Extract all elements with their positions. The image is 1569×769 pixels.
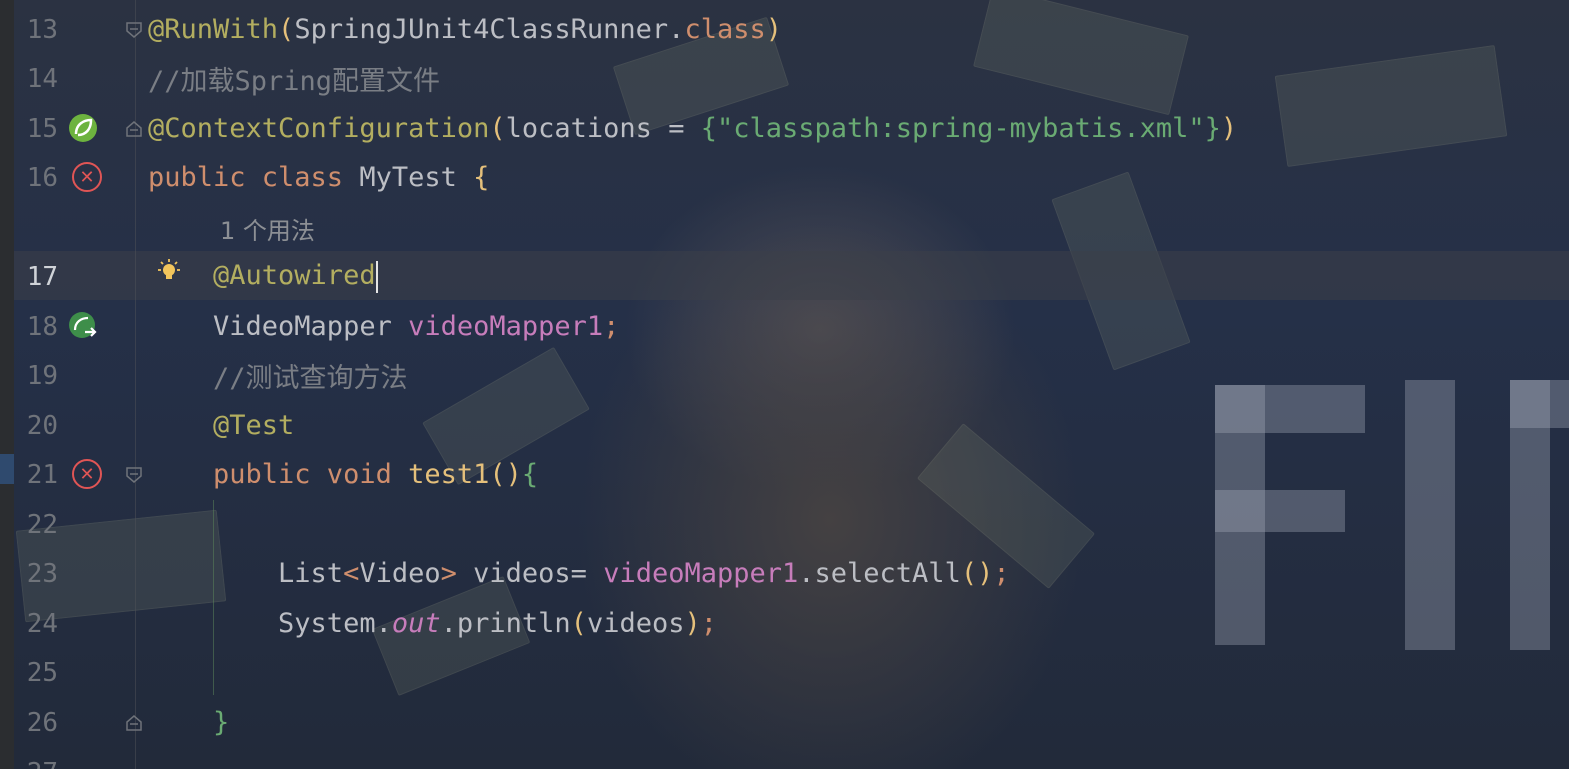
code-text[interactable]: //加载Spring配置文件 [148,59,440,98]
code-token[interactable]: System. [148,608,392,639]
code-line[interactable]: 22 [0,500,1569,549]
code-token[interactable]: { [522,459,538,490]
code-text[interactable]: public void test1(){ [148,459,538,490]
line-number: 18 [26,311,58,342]
code-token[interactable]: ( [278,14,294,45]
code-token[interactable]: ) [766,14,782,45]
fold-icon[interactable] [124,119,144,139]
line-number: 14 [26,63,58,94]
code-text[interactable]: //测试查询方法 [148,356,408,395]
code-line[interactable]: 19 //测试查询方法 [0,351,1569,400]
code-token[interactable]: () [961,558,994,589]
code-line[interactable]: 27 [0,748,1569,769]
code-token[interactable]: } [1205,113,1221,144]
code-line[interactable]: 21 public void test1(){ [0,450,1569,499]
line-number: 19 [26,360,58,391]
code-token[interactable]: > [441,558,474,589]
code-text[interactable]: System.out.println(videos); [148,608,717,639]
code-token[interactable]: public class [148,162,359,193]
code-line[interactable]: 16 public class MyTest { [0,153,1569,202]
code-text[interactable]: @ContextConfiguration(locations = {"clas… [148,113,1237,144]
code-token[interactable]: .println [441,608,571,639]
fold-icon[interactable] [124,465,144,485]
code-token[interactable]: @ContextConfiguration [148,113,489,144]
error-icon[interactable]: ✕ [72,162,104,194]
code-token[interactable]: @RunWith [148,14,278,45]
line-number: 22 [26,509,58,540]
line-number: 24 [26,608,58,639]
code-token[interactable]: () [489,459,522,490]
line-number: 20 [26,410,58,441]
code-line[interactable]: 15 @ContextConfiguration(locations = {"c… [0,104,1569,153]
code-token[interactable]: { [701,113,717,144]
usage-hint[interactable]: 1 个用法 [220,211,315,246]
code-line[interactable]: 24 System.out.println(videos); [0,599,1569,648]
code-token[interactable]: class [684,14,765,45]
code-text[interactable]: public class MyTest { [148,162,489,193]
code-token[interactable]: ( [571,608,587,639]
code-line[interactable]: 18 VideoMapper videoMapper1; [0,302,1569,351]
code-line[interactable]: 26 } [0,698,1569,747]
code-line[interactable]: 17 @Autowired [0,252,1569,301]
code-token[interactable]: ; [701,608,717,639]
line-number: 21 [26,459,58,490]
bean-navigate-icon[interactable] [67,310,99,342]
error-icon[interactable]: ✕ [72,459,104,491]
fold-icon[interactable] [124,713,144,733]
code-text[interactable]: @Test [148,410,294,441]
line-number: 26 [26,707,58,738]
code-token[interactable]: Video [359,558,440,589]
code-token[interactable]: videos= [473,558,603,589]
code-token[interactable]: videoMapper1 [408,311,603,342]
code-text[interactable]: List<Video> videos= videoMapper1.selectA… [148,558,1010,589]
code-token[interactable]: test1 [408,459,489,490]
code-line[interactable]: 20 @Test [0,401,1569,450]
code-token[interactable]: ( [489,113,505,144]
code-token[interactable]: locations = [506,113,701,144]
code-token[interactable]: //加载Spring配置文件 [148,66,440,97]
code-token[interactable]: ; [603,311,619,342]
code-token[interactable]: //测试查询方法 [148,363,408,394]
code-line[interactable]: 14 //加载Spring配置文件 [0,54,1569,103]
code-token[interactable]: } [148,707,229,738]
code-token[interactable]: ; [993,558,1009,589]
spring-leaf-icon[interactable] [67,112,99,144]
lightbulb-icon[interactable] [155,258,187,290]
code-token[interactable]: ) [1221,113,1237,144]
inlay-hint-row: 1 个用法 [0,204,1569,253]
code-token[interactable]: @Test [148,410,294,441]
line-number: 27 [14,758,58,769]
code-token[interactable]: "classpath:spring-mybatis.xml" [717,113,1205,144]
code-token[interactable]: List [148,558,343,589]
code-token[interactable]: videoMapper1 [603,558,798,589]
line-number: 23 [26,558,58,589]
code-token[interactable]: SpringJUnit4ClassRunner. [294,14,684,45]
line-number: 25 [26,657,58,688]
code-token[interactable]: { [473,162,489,193]
fold-icon[interactable] [124,20,144,40]
line-number: 15 [26,113,58,144]
line-number: 16 [26,162,58,193]
line-number: 17 [26,261,58,292]
code-token[interactable]: VideoMapper [148,311,408,342]
code-line[interactable]: 25 [0,648,1569,697]
code-text[interactable]: VideoMapper videoMapper1; [148,311,619,342]
code-token[interactable]: MyTest [359,162,473,193]
code-text[interactable]: @RunWith(SpringJUnit4ClassRunner.class) [148,14,782,45]
code-token[interactable]: out [392,608,441,639]
code-token[interactable]: public void [148,459,408,490]
code-editor[interactable]: 13 @RunWith(SpringJUnit4ClassRunner.clas… [0,0,1569,769]
code-token[interactable]: videos [587,608,685,639]
code-token[interactable]: ) [684,608,700,639]
code-token[interactable]: .selectAll [798,558,961,589]
line-number: 13 [26,14,58,45]
code-line[interactable]: 13 @RunWith(SpringJUnit4ClassRunner.clas… [0,5,1569,54]
code-line[interactable]: 23 List<Video> videos= videoMapper1.sele… [0,549,1569,598]
code-text[interactable]: } [148,707,229,738]
code-token[interactable]: < [343,558,359,589]
text-caret [375,260,378,293]
